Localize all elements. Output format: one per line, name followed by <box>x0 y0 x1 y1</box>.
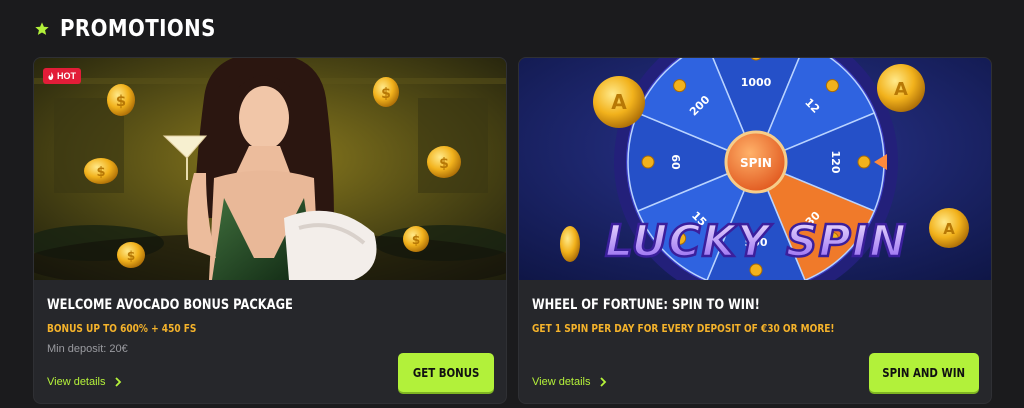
chevron-right-icon <box>114 377 121 387</box>
chevron-right-icon <box>599 377 606 387</box>
wheel-coin-icon <box>641 155 655 169</box>
promo-card-wheel[interactable]: 1000 12 120 30 500 15 60 200 SPIN A A A LUCKY S… <box>518 57 992 404</box>
get-bonus-button[interactable]: GET BONUS <box>398 353 494 392</box>
wheel-segment-label: 1000 <box>741 76 772 89</box>
wheel-coin-icon <box>825 79 839 93</box>
svg-text:A: A <box>943 220 955 238</box>
svg-text:$: $ <box>116 92 126 110</box>
get-bonus-label: GET BONUS <box>412 365 480 380</box>
wheel-coin-icon <box>673 79 687 93</box>
svg-text:$: $ <box>381 86 391 102</box>
svg-text:$: $ <box>412 233 420 247</box>
svg-text:A: A <box>611 90 627 114</box>
svg-text:$: $ <box>127 249 135 263</box>
promo-subtitle: GET 1 SPIN PER DAY FOR EVERY DEPOSIT OF … <box>532 322 835 335</box>
section-title: PROMOTIONS <box>60 16 216 42</box>
view-details-link[interactable]: View details <box>47 376 122 388</box>
hot-badge: HOT <box>43 68 81 84</box>
wheel-coin-icon <box>857 155 871 169</box>
flame-icon <box>48 72 54 80</box>
view-details-link[interactable]: View details <box>532 376 607 388</box>
promo-title: WELCOME AVOCADO BONUS PACKAGE <box>47 297 293 313</box>
wheel-segment-label: 60 <box>669 154 682 170</box>
min-deposit-text: Min deposit: 20€ <box>47 343 128 355</box>
welcome-banner-image: $ $ $ $ $ $ <box>34 58 506 280</box>
promo-card-welcome[interactable]: $ $ $ $ $ $ HOT WELCOME AVOCADO BONUS PA… <box>33 57 507 404</box>
view-details-label: View details <box>532 376 591 388</box>
lucky-spin-banner-image: 1000 12 120 30 500 15 60 200 SPIN A A A LUCKY S… <box>519 58 991 280</box>
spin-and-win-label: SPIN AND WIN <box>882 365 966 380</box>
promotions-header: PROMOTIONS <box>34 16 241 42</box>
star-icon <box>35 22 49 35</box>
promo-title: WHEEL OF FORTUNE: SPIN TO WIN! <box>532 297 760 313</box>
wheel-spin-label: SPIN <box>740 156 772 170</box>
wheel-segment-label: 120 <box>829 151 842 174</box>
view-details-label: View details <box>47 376 106 388</box>
hot-badge-label: HOT <box>57 71 76 81</box>
svg-text:$: $ <box>96 165 105 180</box>
spin-and-win-button[interactable]: SPIN AND WIN <box>869 353 979 392</box>
svg-text:$: $ <box>439 156 449 172</box>
promo-subtitle: BONUS UP TO 600% + 450 FS <box>47 322 197 335</box>
lucky-spin-title: LUCKY SPIN <box>605 216 907 267</box>
svg-text:A: A <box>894 79 908 100</box>
